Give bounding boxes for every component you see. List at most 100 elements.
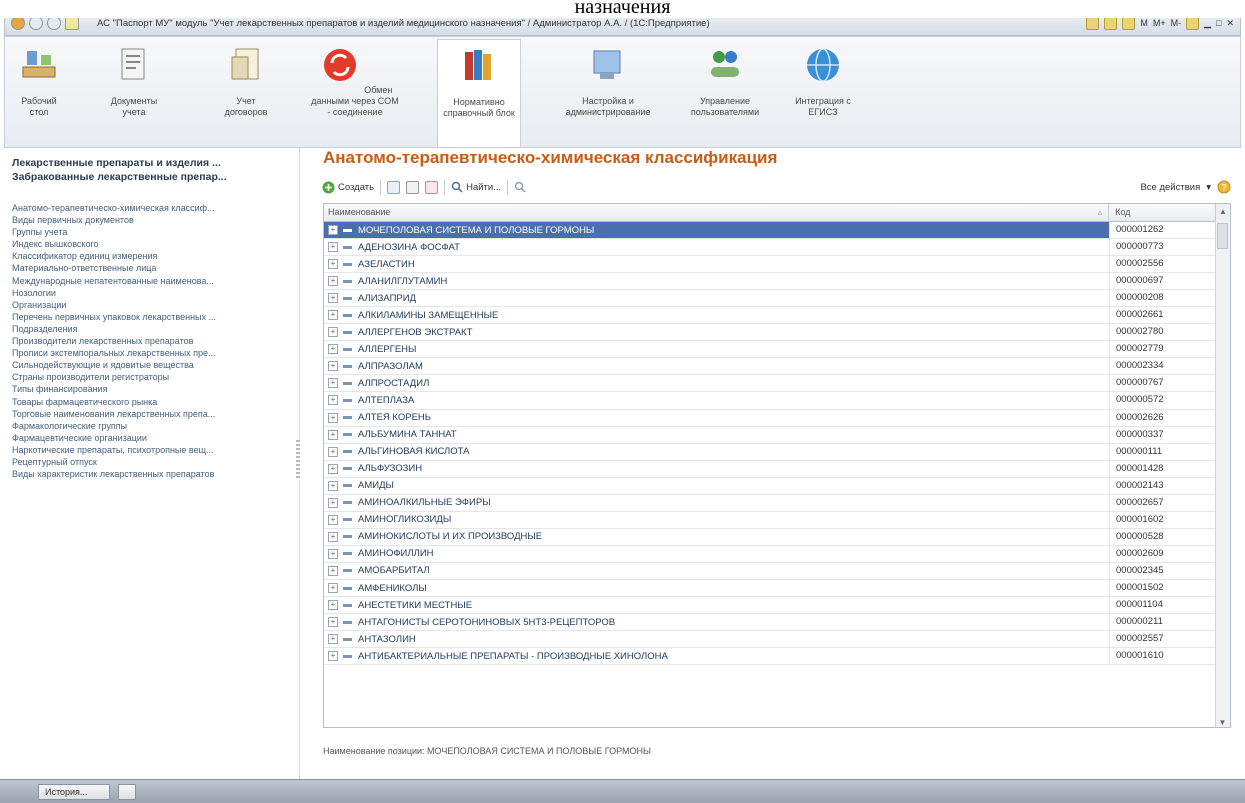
all-actions-menu[interactable]: Все действия ▾ ? xyxy=(1140,180,1231,194)
cell-code[interactable]: 000001602 xyxy=(1110,512,1216,528)
table-row[interactable]: + АНТИБАКТЕРИАЛЬНЫЕ ПРЕПАРАТЫ - ПРОИЗВОДН… xyxy=(324,648,1230,666)
cell-code[interactable]: 000002143 xyxy=(1110,478,1216,494)
section-reference[interactable]: Нормативно справочный блок xyxy=(437,39,521,147)
help-icon[interactable] xyxy=(1186,16,1200,30)
cell-code[interactable]: 000002661 xyxy=(1110,307,1216,323)
history-button[interactable]: История... xyxy=(38,784,110,800)
cell-code[interactable]: 000001104 xyxy=(1110,597,1216,613)
cell-name[interactable]: + АЛТЕЯ КОРЕНЬ xyxy=(324,409,1110,426)
cell-code[interactable]: 000002557 xyxy=(1110,631,1216,647)
table-row[interactable]: + АМФЕНИКОЛЫ 000001502 xyxy=(324,579,1230,598)
table-row[interactable]: + АЛЛЕРГЕНЫ 000002779 xyxy=(324,341,1230,359)
expand-icon[interactable]: + xyxy=(328,361,338,372)
expand-icon[interactable]: + xyxy=(328,497,338,508)
table-row[interactable]: + АМИНОГЛИКОЗИДЫ 000001602 xyxy=(324,511,1230,529)
sidebar-item[interactable]: Наркотические препараты, психотропные ве… xyxy=(12,444,292,456)
favorites-icon[interactable] xyxy=(1086,16,1100,30)
cell-code[interactable]: 000000208 xyxy=(1110,290,1216,306)
cell-name[interactable]: + АМИНОАЛКИЛЬНЫЕ ЭФИРЫ xyxy=(324,494,1110,511)
column-header-code[interactable]: Код xyxy=(1109,204,1215,221)
table-row[interactable]: + АЛЬБУМИНА ТАННАТ 000000337 xyxy=(324,426,1230,444)
cell-name[interactable]: + АНТАЗОЛИН xyxy=(324,631,1110,648)
cell-name[interactable]: + АНТАГОНИСТЫ СЕРОТОНИНОВЫХ 5НТ3-РЕЦЕПТОР… xyxy=(324,614,1110,631)
cell-name[interactable]: + АНТИБАКТЕРИАЛЬНЫЕ ПРЕПАРАТЫ - ПРОИЗВОДН… xyxy=(324,648,1110,665)
sidebar-item[interactable]: Фармацевтические организации xyxy=(12,432,292,444)
sidebar-item[interactable]: Материально-ответственные лица xyxy=(12,262,292,274)
table-row[interactable]: + АМИНОАЛКИЛЬНЫЕ ЭФИРЫ 000002657 xyxy=(324,494,1230,512)
sidebar-item[interactable]: Виды первичных документов xyxy=(12,214,292,226)
cell-name[interactable]: + АЗЕЛАСТИН xyxy=(324,256,1110,273)
sidebar-item[interactable]: Страны производители регистраторы xyxy=(12,371,292,383)
cell-name[interactable]: + АЛЬФУЗОЗИН xyxy=(324,460,1110,477)
expand-icon[interactable]: + xyxy=(328,565,338,576)
sidebar-heading-rejected[interactable]: Забракованные лекарственные препар... xyxy=(12,170,299,184)
expand-icon[interactable]: + xyxy=(328,600,338,611)
section-users[interactable]: Управление пользователями xyxy=(681,43,769,118)
sidebar-item[interactable]: Сильнодействующие и ядовитые вещества xyxy=(12,359,292,371)
cell-name[interactable]: + АЛИЗАПРИД xyxy=(324,290,1110,307)
table-row[interactable]: + АЛАНИЛГЛУТАМИН 000000697 xyxy=(324,273,1230,291)
table-row[interactable]: + АМИНОКИСЛОТЫ И ИХ ПРОИЗВОДНЫЕ 000000528 xyxy=(324,528,1230,546)
section-com-exchange[interactable]: Обмен данными через COM - соединение xyxy=(311,43,399,118)
table-row[interactable]: + АЛТЕЯ КОРЕНЬ 000002626 xyxy=(324,409,1230,427)
table-row[interactable]: + АДЕНОЗИНА ФОСФАТ 000000773 xyxy=(324,239,1230,257)
cell-name[interactable]: + АМИНОГЛИКОЗИДЫ xyxy=(324,511,1110,528)
section-documents[interactable]: Документы учета xyxy=(105,43,163,118)
cell-name[interactable]: + АМИНОФИЛЛИН xyxy=(324,545,1110,562)
sidebar-item[interactable]: Рецептурный отпуск xyxy=(12,456,292,468)
app-menu-icon[interactable] xyxy=(11,16,25,30)
expand-icon[interactable]: + xyxy=(328,514,338,525)
expand-icon[interactable]: + xyxy=(328,327,338,338)
delete-mark-icon[interactable] xyxy=(425,180,439,194)
expand-icon[interactable]: + xyxy=(328,617,338,628)
table-row[interactable]: + МОЧЕПОЛОВАЯ СИСТЕМА И ПОЛОВЫЕ ГОРМОНЫ 00… xyxy=(324,222,1230,240)
cell-code[interactable]: 000000697 xyxy=(1110,273,1216,289)
expand-icon[interactable]: + xyxy=(328,548,338,559)
table-row[interactable]: + АЗЕЛАСТИН 000002556 xyxy=(324,256,1230,274)
create-button[interactable]: Создать xyxy=(322,181,374,194)
expand-icon[interactable]: + xyxy=(328,480,338,491)
cell-name[interactable]: + МОЧЕПОЛОВАЯ СИСТЕМА И ПОЛОВЫЕ ГОРМОНЫ xyxy=(324,222,1110,239)
table-row[interactable]: + АМИНОФИЛЛИН 000002609 xyxy=(324,545,1230,563)
cell-name[interactable]: + АМФЕНИКОЛЫ xyxy=(324,579,1110,597)
table-row[interactable]: + АЛТЕПЛАЗА 000000572 xyxy=(324,392,1230,410)
expand-icon[interactable]: + xyxy=(328,293,338,304)
table-row[interactable]: + АЛЬГИНОВАЯ КИСЛОТА 000000111 xyxy=(324,443,1230,461)
minimize-icon[interactable]: ▁ xyxy=(1204,18,1211,29)
scrollbar-thumb[interactable] xyxy=(1217,223,1228,249)
sidebar-item[interactable]: Производители лекарственных препаратов xyxy=(12,335,292,347)
expand-icon[interactable]: + xyxy=(328,583,338,593)
table-row[interactable]: + АМОБАРБИТАЛ 000002345 xyxy=(324,562,1230,580)
calendar-icon[interactable] xyxy=(1122,16,1136,30)
cell-code[interactable]: 000000211 xyxy=(1110,614,1216,630)
home-icon[interactable] xyxy=(65,16,79,30)
expand-icon[interactable]: + xyxy=(328,651,338,662)
cell-code[interactable]: 000002779 xyxy=(1110,341,1216,357)
cell-name[interactable]: + АЛЛЕРГЕНЫ xyxy=(324,341,1110,358)
expand-icon[interactable]: + xyxy=(328,446,338,457)
cell-code[interactable]: 000001428 xyxy=(1110,461,1216,477)
cell-code[interactable]: 000000337 xyxy=(1110,427,1216,443)
cell-code[interactable]: 000001610 xyxy=(1110,648,1216,664)
sidebar-item[interactable]: Организации xyxy=(12,299,292,311)
cell-name[interactable]: + АДЕНОЗИНА ФОСФАТ xyxy=(324,239,1110,256)
cell-code[interactable]: 000002626 xyxy=(1110,410,1216,426)
cell-code[interactable]: 000000111 xyxy=(1110,444,1216,460)
table-row[interactable]: + АЛИЗАПРИД 000000208 xyxy=(324,290,1230,308)
sidebar-item[interactable]: Фармакологические группы xyxy=(12,420,292,432)
cell-code[interactable]: 000002780 xyxy=(1110,324,1216,340)
section-desktop[interactable]: Рабочий стол xyxy=(15,43,63,118)
cell-name[interactable]: + АЛЬГИНОВАЯ КИСЛОТА xyxy=(324,443,1110,460)
cell-name[interactable]: + АМИНОКИСЛОТЫ И ИХ ПРОИЗВОДНЫЕ xyxy=(324,528,1110,545)
sidebar-item[interactable]: Подразделения xyxy=(12,323,292,335)
table-row[interactable]: + АЛПРОСТАДИЛ 000000767 xyxy=(324,375,1230,393)
table-row[interactable]: + АМИДЫ 000002143 xyxy=(324,477,1230,495)
sidebar-heading-medicines[interactable]: Лекарственные препараты и изделия ... xyxy=(12,156,299,170)
table-row[interactable]: + АЛЛЕРГЕНОВ ЭКСТРАКТ 000002780 xyxy=(324,324,1230,342)
expand-icon[interactable]: + xyxy=(328,259,338,270)
cell-name[interactable]: + АЛКИЛАМИНЫ ЗАМЕЩЕННЫЕ xyxy=(324,307,1110,324)
expand-icon[interactable]: + xyxy=(328,276,338,287)
cell-code[interactable]: 000002345 xyxy=(1110,563,1216,579)
cell-code[interactable]: 000002556 xyxy=(1110,256,1216,272)
section-egisz[interactable]: Интеграция с ЕГИСЗ xyxy=(789,43,857,118)
